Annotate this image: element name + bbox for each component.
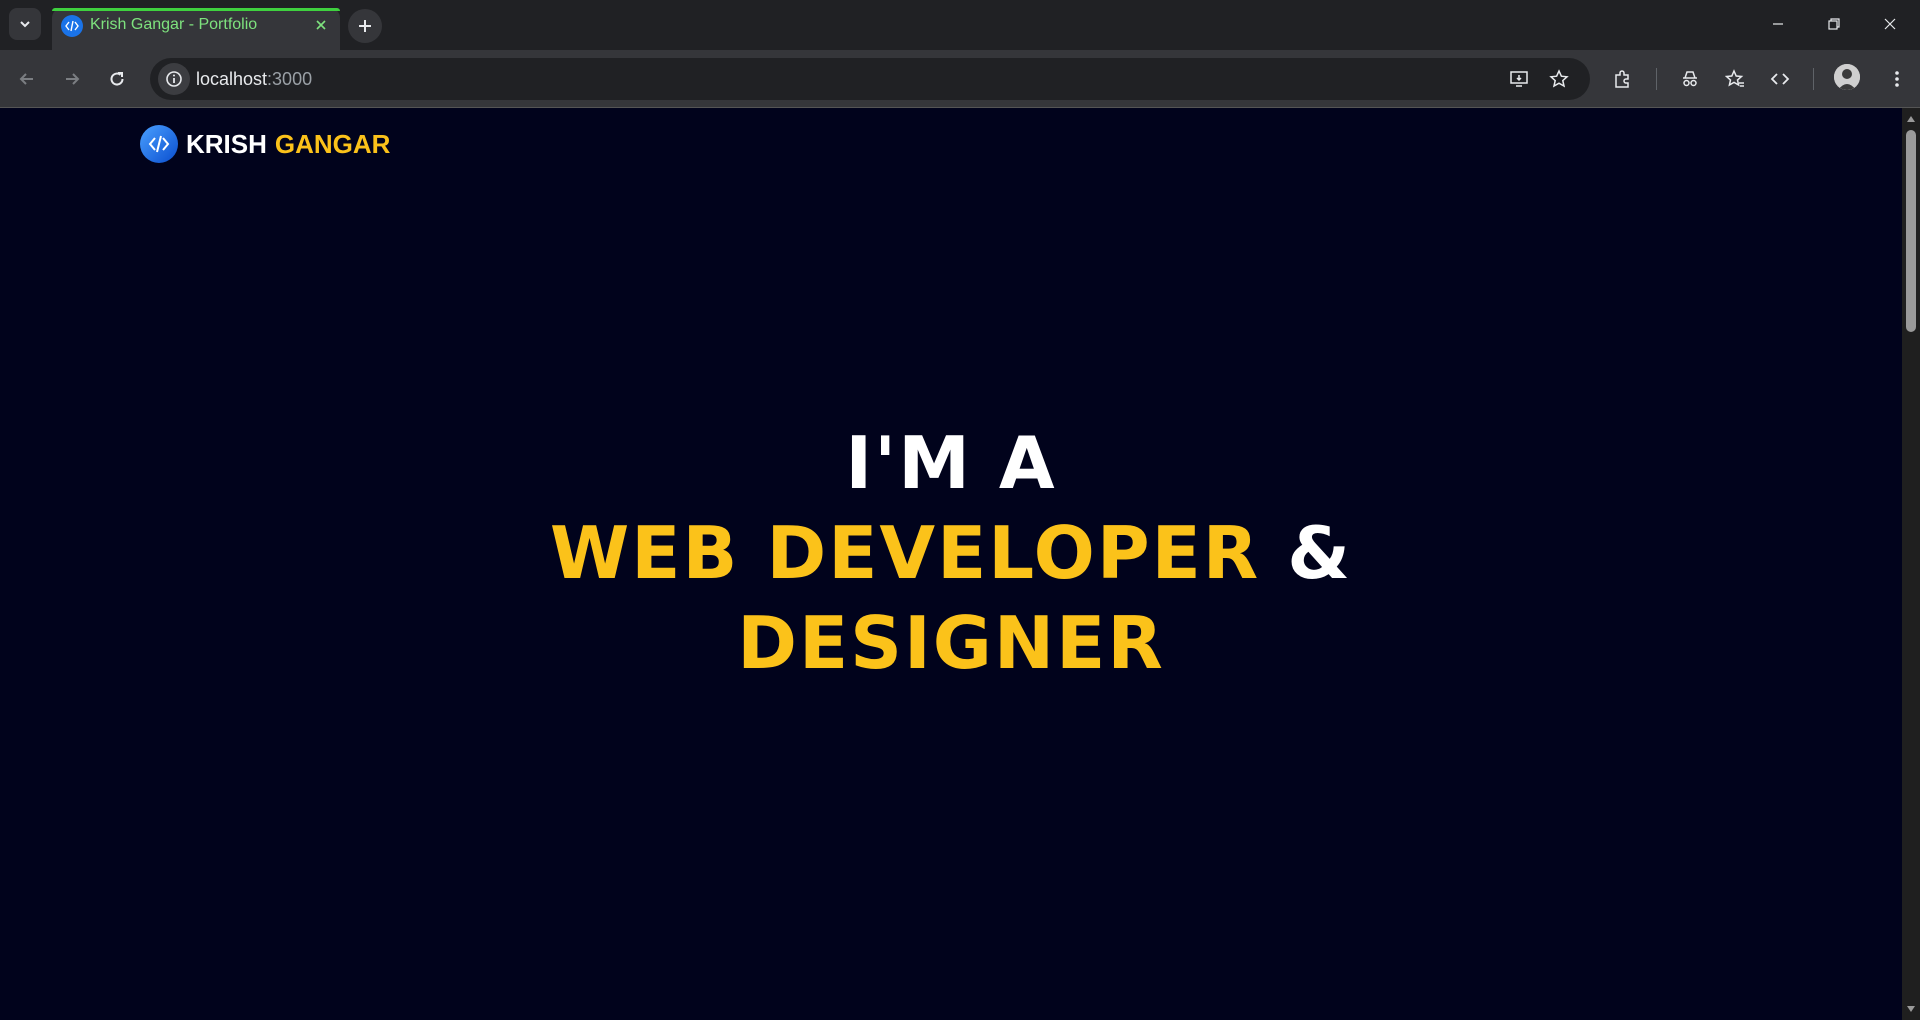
toolbar-separator xyxy=(1813,68,1814,90)
page-scrollbar[interactable] xyxy=(1902,108,1920,1020)
close-window-button[interactable] xyxy=(1862,0,1918,48)
tab-title: Krish Gangar - Portfolio xyxy=(90,16,258,33)
scrollbar-thumb[interactable] xyxy=(1906,130,1916,332)
reload-icon xyxy=(110,72,124,86)
hero-heading: I'M A WEB DEVELOPER & DESIGNER xyxy=(0,418,1902,688)
restore-button[interactable] xyxy=(1806,0,1862,48)
star-list-icon xyxy=(1725,69,1744,87)
profile-avatar[interactable] xyxy=(1834,64,1860,90)
site-info-icon[interactable] xyxy=(158,63,190,95)
avatar-icon xyxy=(1834,64,1860,90)
hero-line-designer: DESIGNER xyxy=(737,601,1165,685)
more-vertical-icon xyxy=(1895,71,1899,87)
favorites-button[interactable] xyxy=(1718,62,1752,96)
forward-button[interactable] xyxy=(55,62,89,96)
new-tab-button[interactable] xyxy=(348,9,382,43)
extensions-button[interactable] xyxy=(1605,62,1639,96)
install-app-icon[interactable] xyxy=(1504,64,1534,94)
hero-line-role: WEB DEVELOPER & xyxy=(0,508,1902,598)
site-brand[interactable]: KRISH GANGAR xyxy=(140,124,390,164)
url-port: :3000 xyxy=(267,69,313,89)
hero-ampersand: & xyxy=(1287,511,1353,595)
close-icon xyxy=(1884,18,1896,30)
brand-first-name: KRISH xyxy=(186,128,267,159)
url-host: localhost xyxy=(196,69,268,89)
hero-line-intro: I'M A xyxy=(845,421,1057,505)
devtools-button[interactable] xyxy=(1763,62,1797,96)
code-favicon-icon xyxy=(61,15,83,37)
code-logo-icon xyxy=(140,125,178,163)
brand-last-name: GANGAR xyxy=(274,128,391,159)
address-bar[interactable]: localhost:3000 xyxy=(150,58,1590,100)
incognito-button[interactable] xyxy=(1673,62,1707,96)
url-text[interactable]: localhost:3000 xyxy=(196,69,312,90)
restore-icon xyxy=(1828,18,1840,30)
reload-button[interactable] xyxy=(100,62,134,96)
page-content: KRISH GANGAR I'M A WEB DEVELOPER & DESIG… xyxy=(0,108,1902,1020)
toolbar-separator xyxy=(1656,68,1657,90)
code-brackets-icon xyxy=(1770,73,1790,85)
hero-role-text: WEB DEVELOPER xyxy=(549,511,1261,595)
bookmark-star-icon[interactable] xyxy=(1544,64,1574,94)
scroll-down-icon[interactable] xyxy=(1906,1004,1916,1014)
minimize-button[interactable] xyxy=(1750,0,1806,48)
tab-group-accent xyxy=(52,8,340,11)
arrow-left-icon xyxy=(19,73,33,85)
minimize-icon xyxy=(1773,23,1783,25)
active-tab[interactable]: Krish Gangar - Portfolio xyxy=(52,8,340,50)
browser-toolbar: localhost:3000 xyxy=(0,50,1920,108)
tab-search-button[interactable] xyxy=(9,8,41,40)
arrow-right-icon xyxy=(66,73,80,85)
puzzle-icon xyxy=(1615,70,1629,88)
chevron-down-icon xyxy=(20,21,30,28)
plus-icon xyxy=(359,20,371,32)
tab-close-icon[interactable] xyxy=(310,14,332,36)
menu-button[interactable] xyxy=(1880,62,1914,96)
back-button[interactable] xyxy=(10,62,44,96)
spy-icon xyxy=(1683,71,1697,87)
scroll-up-icon[interactable] xyxy=(1906,114,1916,124)
tab-strip: Krish Gangar - Portfolio xyxy=(0,0,1920,50)
